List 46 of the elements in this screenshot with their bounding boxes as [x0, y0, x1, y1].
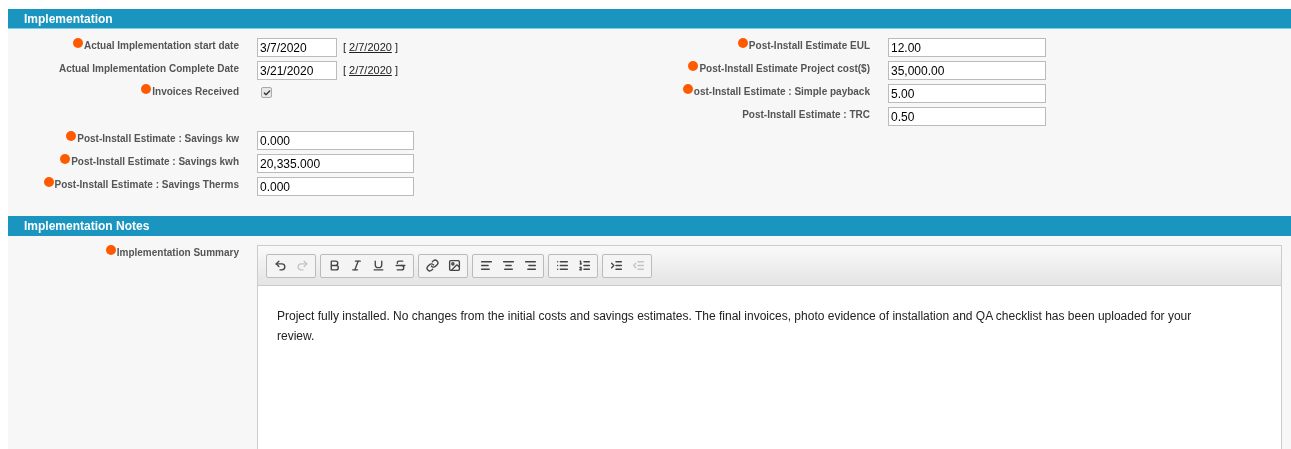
align-left-icon: [479, 259, 493, 272]
date-field[interactable]: 3/21/2020: [257, 61, 337, 80]
numbered-list-icon: [577, 259, 591, 272]
editor-text: Project fully installed. No changes from the initial costs and savings estimates. The final invoices, photo evidence of installation and QA checklist has been uploaded for your review.: [276, 308, 1193, 345]
redo-icon: [295, 259, 309, 272]
section-header: Implementation: [8, 9, 1291, 29]
field-label: Post-Install Estimate : Savings kw: [77, 132, 239, 146]
text-field[interactable]: 0.000: [257, 131, 414, 150]
bullet-list-icon: [555, 259, 569, 272]
bracket: [: [343, 63, 347, 79]
field-label: Implementation Summary: [116, 246, 239, 260]
checkbox[interactable]: [261, 87, 272, 98]
check-icon: [262, 88, 271, 97]
text-field[interactable]: 12.00: [888, 38, 1046, 57]
bracket: ]: [394, 63, 398, 79]
field-label: ost-Install Estimate : Simple payback: [693, 85, 870, 99]
outdent-icon: [631, 259, 645, 272]
text-field[interactable]: 5.00: [888, 84, 1046, 103]
align-center-icon: [501, 259, 515, 272]
strikethrough-icon: [393, 259, 407, 272]
field-label: Post-Install Estimate : TRC: [742, 108, 870, 122]
field-label: Post-Install Estimate EUL: [748, 39, 870, 53]
field-label: Invoices Received: [152, 85, 239, 99]
field-label: Actual Implementation start date: [83, 39, 239, 53]
indent-icon: [609, 259, 623, 272]
date-field[interactable]: 3/7/2020: [257, 38, 337, 57]
section-header: Implementation Notes: [8, 216, 1291, 236]
bracket: ]: [394, 40, 398, 56]
image-icon: [447, 259, 461, 272]
field-label: Actual Implementation Complete Date: [58, 62, 239, 76]
italic-icon: [349, 259, 363, 272]
field-label: Post-Install Estimate : Savings kwh: [71, 155, 239, 169]
link-icon: [425, 259, 439, 272]
underline-icon: [371, 259, 385, 272]
date-link[interactable]: 2/7/2020: [349, 62, 392, 79]
rich-text-editor[interactable]: Project fully installed. No changes from the initial costs and savings estimates. The final invoices, photo evidence of installation and QA checklist has been uploaded for your review.: [257, 245, 1282, 449]
text-field[interactable]: 0.000: [257, 177, 414, 196]
field-label: Post-Install Estimate Project cost($): [699, 62, 870, 76]
undo-icon: [273, 259, 287, 272]
field-label: Post-Install Estimate : Savings Therms: [54, 178, 239, 192]
date-link[interactable]: 2/7/2020: [349, 39, 392, 56]
bracket: [: [343, 40, 347, 56]
text-field[interactable]: 0.50: [888, 107, 1046, 126]
align-right-icon: [523, 259, 537, 272]
text-field[interactable]: 20,335.000: [257, 154, 414, 173]
text-field[interactable]: 35,000.00: [888, 61, 1046, 80]
